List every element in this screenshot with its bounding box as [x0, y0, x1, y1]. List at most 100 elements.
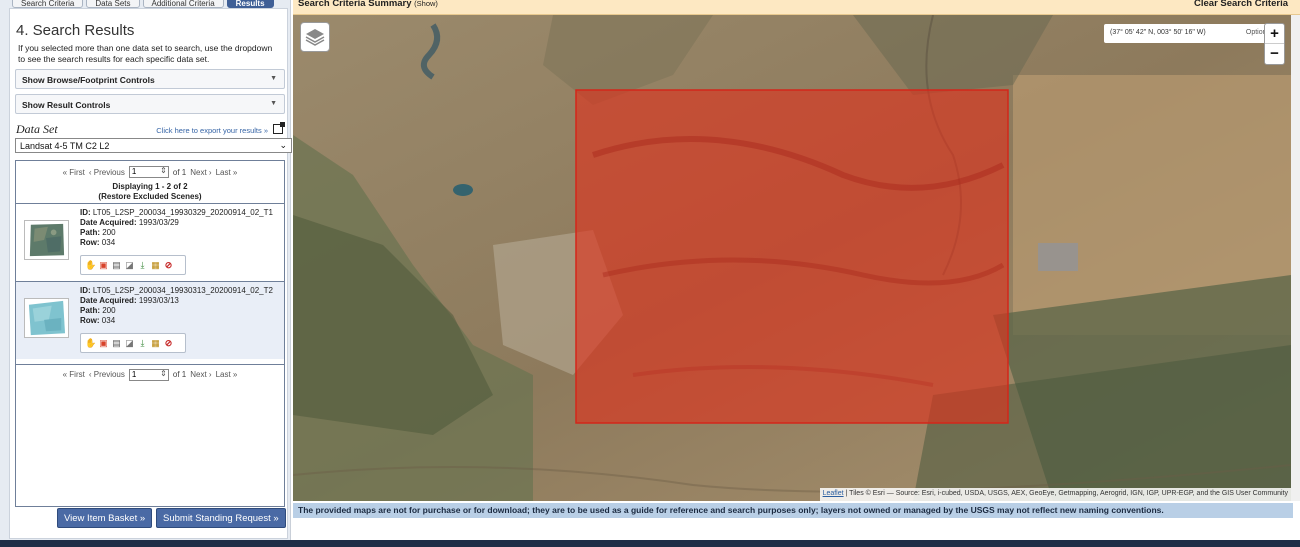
export-results-link[interactable]: Click here to export your results »: [156, 126, 268, 135]
attribution-text: | Tiles © Esri — Source: Esri, i-cubed, …: [845, 490, 1288, 497]
result-toolbar: ✋ ▣ ▤ ◪ ⤓ ▦ ⊘: [80, 255, 186, 275]
clear-search-criteria-link[interactable]: Clear Search Criteria: [1194, 0, 1288, 9]
browse-overlay-icon[interactable]: ▣: [98, 260, 109, 271]
result-controls-label: Show Result Controls: [22, 100, 111, 110]
entity-id: LT05_L2SP_200034_19930313_20200914_02_T2: [92, 286, 273, 295]
view-item-basket-button[interactable]: View Item Basket »: [57, 508, 153, 528]
layers-button[interactable]: [300, 22, 330, 52]
map-attribution: Leaflet | Tiles © Esri — Source: Esri, i…: [819, 488, 1291, 501]
footprint-icon[interactable]: ✋: [85, 260, 96, 271]
pager-last[interactable]: Last »: [216, 168, 238, 177]
tab-results[interactable]: Results: [226, 0, 274, 8]
scene-thumbnail-image: [29, 223, 65, 257]
entity-id: LT05_L2SP_200034_19930329_20200914_02_T1: [92, 208, 273, 217]
search-criteria-summary[interactable]: Search Criteria Summary (Show): [298, 0, 438, 9]
results-list: « First ‹ Previous 1 of 1 Next › Last » …: [15, 160, 285, 507]
id-label: ID:: [80, 208, 91, 217]
tab-additional-criteria[interactable]: Additional Criteria: [142, 0, 224, 8]
row-value: 034: [101, 316, 116, 325]
satellite-basemap: [293, 15, 1291, 501]
row-value: 034: [101, 238, 116, 247]
pager-next[interactable]: Next ›: [190, 370, 211, 379]
compare-icon[interactable]: ◪: [124, 260, 135, 271]
zoom-control: + −: [1264, 23, 1285, 65]
summary-label: Search Criteria Summary: [298, 0, 412, 9]
map-view[interactable]: (37° 05' 42" N, 003° 50' 16" W) Options …: [293, 15, 1291, 501]
pager-of: of 1: [172, 370, 187, 379]
id-label: ID:: [80, 286, 91, 295]
pager-first[interactable]: « First: [63, 370, 85, 379]
footprint-icon[interactable]: ✋: [85, 338, 96, 349]
panel-title: 4. Search Results: [16, 22, 135, 39]
submit-standing-request-button[interactable]: Submit Standing Request »: [156, 508, 286, 528]
display-info: Displaying 1 - 2 of 2 (Restore Excluded …: [16, 182, 284, 202]
selected-data-set: Landsat 4-5 TM C2 L2: [20, 141, 110, 151]
data-set-row: Data Set Click here to export your resul…: [16, 122, 286, 138]
display-count: Displaying 1 - 2 of 2: [112, 182, 188, 191]
metadata-icon[interactable]: ▤: [111, 338, 122, 349]
browse-thumbnail[interactable]: [24, 220, 69, 260]
exclude-icon[interactable]: ⊘: [163, 260, 174, 271]
scene-thumbnail-image: [28, 300, 66, 336]
chevron-down-icon: ▼: [270, 75, 277, 82]
order-icon[interactable]: ▦: [150, 338, 161, 349]
pager-bottom: « First ‹ Previous 1 of 1 Next › Last »: [16, 364, 284, 384]
external-link-icon[interactable]: [273, 122, 285, 134]
row-label: Row:: [80, 238, 100, 247]
date-label: Date Acquired:: [80, 296, 137, 305]
browse-thumbnail[interactable]: [24, 298, 69, 338]
date-label: Date Acquired:: [80, 218, 137, 227]
metadata-icon[interactable]: ▤: [111, 260, 122, 271]
criteria-tabs: Search Criteria Data Sets Additional Cri…: [0, 0, 274, 8]
path-value: 200: [102, 228, 116, 237]
browse-controls-label: Show Browse/Footprint Controls: [22, 75, 155, 85]
result-item: ID: LT05_L2SP_200034_19930329_20200914_0…: [16, 203, 284, 281]
pager-of: of 1: [172, 167, 187, 177]
chevron-down-icon: ⌄: [279, 140, 287, 150]
tab-search-criteria[interactable]: Search Criteria: [12, 0, 84, 8]
search-results-panel: 4. Search Results If you selected more t…: [9, 8, 292, 539]
page-number-input[interactable]: 1: [128, 368, 169, 381]
pager-previous[interactable]: ‹ Previous: [89, 370, 125, 379]
panel-description: If you selected more than one data set t…: [18, 43, 273, 64]
footer-bar: [0, 540, 1300, 547]
layers-icon: [305, 29, 325, 46]
browse-overlay-icon[interactable]: ▣: [98, 338, 109, 349]
order-icon[interactable]: ▦: [150, 260, 161, 271]
zoom-out-button[interactable]: −: [1265, 44, 1284, 64]
data-set-select[interactable]: Landsat 4-5 TM C2 L2 ⌄: [15, 138, 292, 153]
download-icon[interactable]: ⤓: [137, 260, 148, 271]
summary-toggle[interactable]: (Show): [414, 0, 438, 8]
pager-top: « First ‹ Previous 1 of 1 Next › Last »: [16, 164, 284, 180]
pager-next[interactable]: Next ›: [190, 168, 211, 177]
path-label: Path:: [80, 228, 100, 237]
page-number-input[interactable]: 1: [128, 166, 169, 178]
result-metadata: ID: LT05_L2SP_200034_19930313_20200914_0…: [80, 286, 273, 326]
pager-first[interactable]: « First: [63, 168, 85, 177]
restore-excluded-link[interactable]: (Restore Excluded Scenes): [16, 192, 284, 202]
path-label: Path:: [80, 306, 100, 315]
leaflet-link[interactable]: Leaflet: [823, 490, 844, 497]
exclude-icon[interactable]: ⊘: [163, 338, 174, 349]
search-criteria-summary-bar: Search Criteria Summary (Show) Clear Sea…: [293, 0, 1300, 15]
tab-data-sets[interactable]: Data Sets: [86, 0, 140, 8]
date-acquired: 1993/03/29: [138, 218, 179, 227]
result-toolbar: ✋ ▣ ▤ ◪ ⤓ ▦ ⊘: [80, 333, 186, 353]
result-item: ID: LT05_L2SP_200034_19930313_20200914_0…: [16, 281, 284, 359]
earthexplorer-page: Search Criteria Data Sets Additional Cri…: [0, 0, 1300, 547]
row-label: Row:: [80, 316, 100, 325]
cursor-coordinates: (37° 05' 42" N, 003° 50' 16" W): [1110, 29, 1206, 36]
date-acquired: 1993/03/13: [138, 296, 179, 305]
browse-footprint-controls-toggle[interactable]: Show Browse/Footprint Controls ▼: [15, 69, 285, 89]
coordinate-display: (37° 05' 42" N, 003° 50' 16" W) Options: [1104, 24, 1280, 43]
pager-previous[interactable]: ‹ Previous: [89, 168, 125, 177]
result-controls-toggle[interactable]: Show Result Controls ▼: [15, 94, 285, 114]
map-disclaimer: The provided maps are not for purchase o…: [293, 503, 1293, 518]
download-icon[interactable]: ⤓: [137, 338, 148, 349]
pager-last[interactable]: Last »: [216, 370, 238, 379]
compare-icon[interactable]: ◪: [124, 338, 135, 349]
zoom-in-button[interactable]: +: [1265, 24, 1284, 44]
result-metadata: ID: LT05_L2SP_200034_19930329_20200914_0…: [80, 208, 273, 248]
page-scrollbar[interactable]: [1291, 15, 1300, 501]
chevron-down-icon: ▼: [270, 100, 277, 107]
